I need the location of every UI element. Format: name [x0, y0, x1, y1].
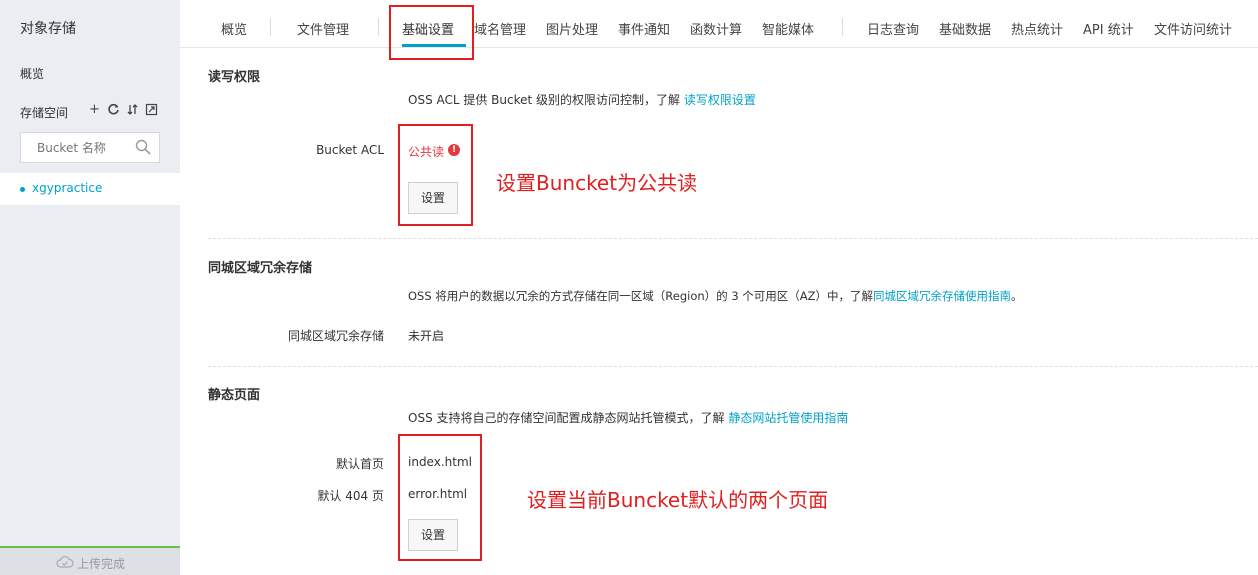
annotation-note-acl: 设置Buncket为公共读 — [496, 171, 698, 195]
sidebar-storage-label: 存储空间 — [20, 106, 69, 120]
tab-api-stats[interactable]: API 统计 — [1083, 19, 1134, 38]
annotation-note-pages: 设置当前Buncket默认的两个页面 — [527, 488, 829, 512]
sidebar: 对象存储 概览 存储空间 + xgypractice 上传完成 — [0, 0, 180, 575]
section-divider — [208, 238, 1258, 239]
acl-help-link[interactable]: 读写权限设置 — [684, 93, 756, 107]
tab-file-management[interactable]: 文件管理 — [297, 19, 349, 38]
redundancy-description-suffix: 。 — [1011, 289, 1023, 303]
tab-separator — [270, 18, 271, 36]
acl-description: OSS ACL 提供 Bucket 级别的权限访问控制，了解 读写权限设置 — [408, 91, 756, 108]
sidebar-item-overview[interactable]: 概览 — [20, 65, 44, 82]
refresh-icon[interactable] — [107, 103, 120, 116]
storage-toolbar: + — [88, 103, 158, 116]
annotation-box-tab — [389, 5, 474, 60]
plus-icon[interactable]: + — [88, 103, 101, 116]
tab-separator — [842, 18, 843, 36]
static-page-section-title: 静态页面 — [208, 388, 261, 403]
sidebar-item-bucket[interactable]: xgypractice — [0, 173, 180, 205]
redundancy-label: 同城区域冗余存储 — [287, 329, 384, 343]
search-icon[interactable] — [135, 139, 151, 155]
expand-icon[interactable] — [145, 103, 158, 116]
static-page-help-link[interactable]: 静态网站托管使用指南 — [728, 411, 848, 425]
redundancy-description-text: OSS 将用户的数据以冗余的方式存储在同一区域（Region）的 3 个可用区（… — [408, 289, 874, 303]
tab-domain-management[interactable]: 域名管理 — [474, 19, 526, 38]
tab-overview[interactable]: 概览 — [221, 19, 247, 38]
active-dot-icon — [20, 187, 25, 192]
static-page-description: OSS 支持将自己的存储空间配置成静态网站托管模式，了解 静态网站托管使用指南 — [408, 409, 848, 426]
static-page-description-text: OSS 支持将自己的存储空间配置成静态网站托管模式，了解 — [408, 411, 725, 425]
annotation-box-acl — [398, 124, 473, 226]
tab-function-compute[interactable]: 函数计算 — [690, 19, 742, 38]
bucket-search-input[interactable] — [21, 133, 131, 162]
tab-hotspot-stats[interactable]: 热点统计 — [1011, 19, 1063, 38]
bucket-search — [20, 132, 160, 163]
upload-status-text: 上传完成 — [77, 557, 126, 571]
tab-event-notification[interactable]: 事件通知 — [618, 19, 670, 38]
tab-log-query[interactable]: 日志查询 — [867, 19, 919, 38]
redundancy-value: 未开启 — [408, 329, 445, 343]
redundancy-help-link[interactable]: 同城区域冗余存储使用指南 — [873, 289, 1011, 303]
upload-status-bar[interactable]: 上传完成 — [0, 546, 180, 575]
tab-image-processing[interactable]: 图片处理 — [546, 19, 598, 38]
cloud-icon — [56, 556, 74, 568]
acl-description-text: OSS ACL 提供 Bucket 级别的权限访问控制，了解 — [408, 93, 681, 107]
tab-smart-media[interactable]: 智能媒体 — [762, 19, 814, 38]
tab-separator — [378, 18, 379, 36]
tab-basic-data[interactable]: 基础数据 — [939, 19, 991, 38]
default-404-label: 默认 404 页 — [317, 489, 384, 503]
redundancy-section-title: 同城区域冗余存储 — [208, 261, 313, 276]
sidebar-title: 对象存储 — [20, 21, 76, 37]
default-index-label: 默认首页 — [335, 457, 384, 471]
section-divider — [208, 366, 1258, 367]
sort-icon[interactable] — [126, 103, 139, 116]
acl-section-title: 读写权限 — [208, 70, 261, 85]
bucket-acl-label: Bucket ACL — [316, 143, 384, 157]
redundancy-description: OSS 将用户的数据以冗余的方式存储在同一区域（Region）的 3 个可用区（… — [408, 288, 1023, 304]
tab-file-access-stats[interactable]: 文件访问统计 — [1154, 19, 1232, 38]
bucket-name: xgypractice — [32, 181, 103, 195]
annotation-box-pages — [398, 434, 482, 561]
